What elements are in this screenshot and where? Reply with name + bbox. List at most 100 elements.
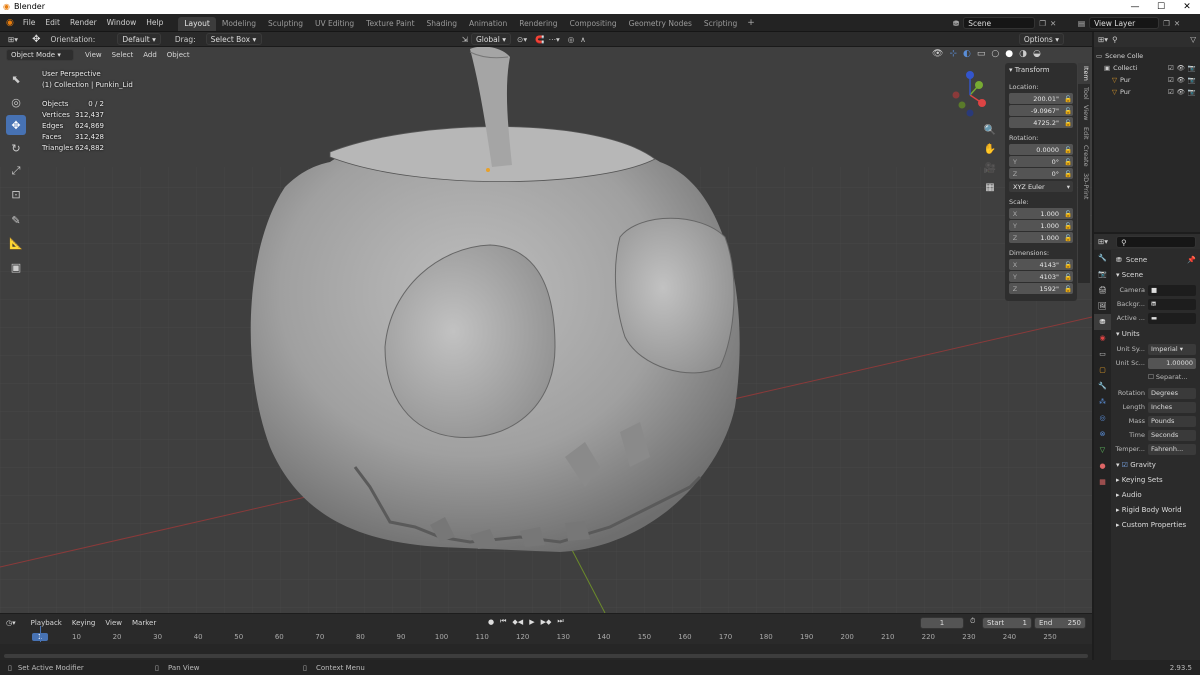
exclude-checkbox-icon[interactable]: ☑ — [1168, 76, 1174, 84]
rotation-lock-icon[interactable]: 🔓 — [1063, 158, 1073, 166]
pivot-point-icon[interactable]: ⊙▾ — [517, 35, 527, 44]
xray-icon[interactable]: ▭ — [977, 49, 986, 59]
gravity-checkbox[interactable]: ☑ — [1122, 461, 1128, 469]
separate-units-checkbox[interactable]: ☐ Separat... — [1148, 373, 1188, 381]
scale-lock-icon[interactable]: 🔓 — [1063, 210, 1073, 218]
unit-row-dropdown[interactable]: Fahrenh... — [1148, 443, 1196, 455]
background-field[interactable]: ⛃ — [1148, 298, 1196, 310]
pin-icon[interactable]: 📌 — [1187, 256, 1200, 264]
tab-sculpting[interactable]: Sculpting — [262, 17, 309, 31]
scale-lock-icon[interactable]: 🔓 — [1063, 234, 1073, 242]
sidebar-tab-view[interactable]: View — [1078, 102, 1090, 123]
timeline-menu-keying[interactable]: Keying — [67, 619, 101, 627]
dimensions-field[interactable]: Y 4103" 🔓 — [1009, 271, 1073, 282]
jump-start-icon[interactable]: ⏮ — [500, 617, 506, 626]
gizmo-icon[interactable]: ⊹ — [949, 49, 957, 59]
tab-layout[interactable]: Layout — [178, 17, 216, 31]
camera-view-icon[interactable]: 🎥 — [982, 159, 998, 178]
x-axis-icon[interactable] — [978, 99, 986, 107]
material-shading-icon[interactable]: ◑ — [1019, 49, 1027, 59]
unit-system-dropdown[interactable]: Imperial ▾ — [1148, 343, 1196, 355]
editor-type-icon[interactable]: ⊞▾ — [8, 35, 18, 44]
timeline-scrollbar[interactable] — [4, 654, 1088, 658]
end-frame-field[interactable]: End 250 — [1034, 617, 1086, 629]
play-icon[interactable]: ▶ — [529, 618, 534, 626]
delete-view-layer-icon[interactable]: ✕ — [1174, 19, 1180, 28]
add-workspace-icon[interactable]: + — [747, 18, 755, 28]
timeline-menu-view[interactable]: View — [100, 619, 127, 627]
scene-field[interactable]: Scene — [963, 17, 1036, 29]
rendered-shading-icon[interactable]: ◒ — [1033, 49, 1041, 59]
menu-help[interactable]: Help — [141, 14, 168, 32]
outliner-filter-icon[interactable]: ⚲ — [1112, 35, 1118, 44]
viewport-menu-view[interactable]: View — [80, 51, 107, 59]
tab-rendering[interactable]: Rendering — [513, 17, 563, 31]
orientation-dropdown[interactable]: Default ▾ — [117, 33, 161, 45]
visibility-icon[interactable]: 👁 — [932, 49, 943, 59]
scale-field[interactable]: X 1.000 🔓 — [1009, 208, 1073, 219]
section-keying-sets[interactable]: ▸ Keying Sets — [1112, 473, 1200, 488]
dimensions-lock-icon[interactable]: 🔓 — [1063, 285, 1073, 293]
tool-props-icon[interactable]: 🔧 — [1094, 250, 1111, 266]
menu-window[interactable]: Window — [102, 14, 142, 32]
unit-scale-field[interactable]: 1.00000 — [1148, 357, 1196, 369]
stopwatch-icon[interactable]: ⏱ — [970, 617, 975, 626]
pumpkin-model[interactable] — [250, 47, 740, 552]
unit-row-dropdown[interactable]: Pounds — [1148, 415, 1196, 427]
delete-scene-icon[interactable]: ✕ — [1050, 19, 1056, 28]
navigation-gizmo[interactable] — [946, 69, 998, 121]
tab-uv-editing[interactable]: UV Editing — [309, 17, 360, 31]
new-scene-icon[interactable]: ❐ — [1039, 19, 1046, 28]
timeline-track-area[interactable] — [0, 644, 1092, 660]
menu-edit[interactable]: Edit — [40, 14, 65, 32]
exclude-checkbox-icon[interactable]: ☑ — [1168, 64, 1174, 72]
location-lock-icon[interactable]: 🔓 — [1063, 107, 1073, 115]
cursor-tool-icon[interactable]: ◎ — [6, 92, 26, 112]
transform-header[interactable]: ▾ Transform — [1005, 63, 1077, 77]
z-axis-icon[interactable] — [966, 71, 974, 79]
render-props-icon[interactable]: 📷 — [1094, 266, 1111, 282]
output-props-icon[interactable]: 🖨 — [1094, 282, 1111, 298]
outliner-item[interactable]: ▽ Pur ☑ 👁 📷 — [1094, 74, 1200, 86]
jump-end-icon[interactable]: ⏭ — [557, 617, 563, 626]
rotation-lock-icon[interactable]: 🔓 — [1063, 170, 1073, 178]
rotation-field[interactable]: Y 0° 🔓 — [1009, 156, 1073, 167]
tab-modeling[interactable]: Modeling — [216, 17, 262, 31]
outliner-funnel-icon[interactable]: ▽ — [1190, 35, 1200, 44]
close-icon[interactable]: ✕ — [1174, 0, 1200, 14]
tab-compositing[interactable]: Compositing — [564, 17, 623, 31]
drag-dropdown[interactable]: Select Box ▾ — [205, 33, 262, 45]
current-frame-field[interactable]: 1 — [920, 617, 964, 629]
frame-ruler[interactable]: 1102030405060708090100110120130140150160… — [0, 632, 1092, 644]
eye-icon[interactable]: 👁 — [1177, 64, 1185, 72]
y-axis-icon[interactable] — [975, 81, 983, 89]
location-lock-icon[interactable]: 🔓 — [1063, 95, 1073, 103]
unit-row-dropdown[interactable]: Degrees — [1148, 387, 1196, 399]
mode-dropdown[interactable]: Object Mode ▾ — [6, 49, 74, 61]
rotate-tool-icon[interactable]: ↻ — [6, 138, 26, 158]
viewport-menu-object[interactable]: Object — [162, 51, 195, 59]
wireframe-shading-icon[interactable]: ○ — [991, 49, 999, 59]
record-icon[interactable]: ● — [488, 618, 494, 626]
view-layer-icon[interactable]: ▤ — [1078, 19, 1085, 28]
world-props-icon[interactable]: ◉ — [1094, 330, 1111, 346]
tab-shading[interactable]: Shading — [421, 17, 463, 31]
scene-props-icon[interactable]: ⛃ — [1094, 314, 1111, 330]
tab-texture-paint[interactable]: Texture Paint — [360, 17, 420, 31]
outliner-item[interactable]: ▭ Scene Colle — [1094, 50, 1200, 62]
location-lock-icon[interactable]: 🔓 — [1063, 119, 1073, 127]
location-field[interactable]: 4725.2" 🔓 — [1009, 117, 1073, 128]
scene-icon[interactable]: ⛃ — [953, 19, 959, 28]
rotation-mode-dropdown[interactable]: XYZ Euler ▾ — [1009, 181, 1073, 192]
scale-field[interactable]: Y 1.000 🔓 — [1009, 220, 1073, 231]
scene-section-header[interactable]: ▾ Scene — [1112, 268, 1200, 283]
select-tool-icon[interactable]: ⬉ — [6, 69, 26, 89]
dimensions-field[interactable]: Z 1592" 🔓 — [1009, 283, 1073, 294]
menu-file[interactable]: File — [18, 14, 41, 32]
menu-render[interactable]: Render — [65, 14, 102, 32]
active-clip-field[interactable]: ▬ — [1148, 312, 1196, 324]
tab-scripting[interactable]: Scripting — [698, 17, 743, 31]
scale-tool-icon[interactable]: ⤢ — [6, 161, 26, 181]
outliner-item[interactable]: ▣ Collecti ☑ 👁 📷 — [1094, 62, 1200, 74]
section-custom-properties[interactable]: ▸ Custom Properties — [1112, 518, 1200, 533]
